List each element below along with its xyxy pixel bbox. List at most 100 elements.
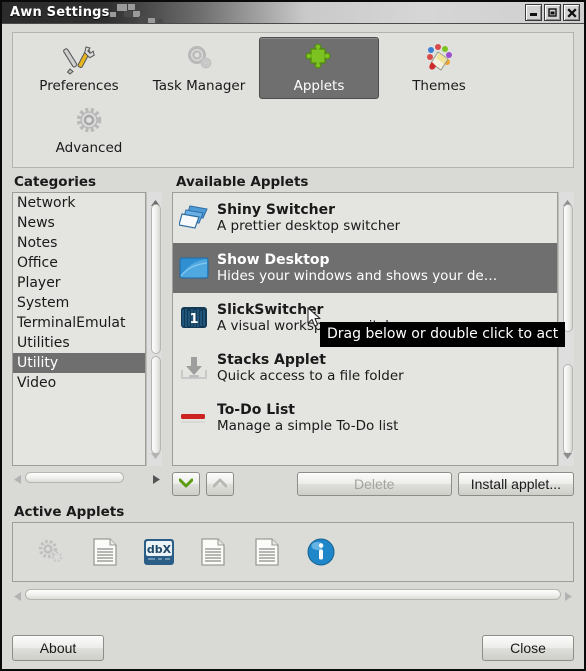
scroll-track[interactable] (150, 204, 161, 454)
categories-title: Categories (14, 174, 97, 190)
applet-name: Show Desktop (217, 252, 330, 268)
applet-text: Stacks Applet Quick access to a file fol… (217, 352, 404, 384)
scroll-down-arrow-icon[interactable] (563, 448, 572, 463)
scroll-left-arrow-icon[interactable] (14, 590, 21, 605)
gear-icon (72, 104, 106, 138)
tools-icon (62, 42, 96, 76)
scroll-down-arrow-icon[interactable] (151, 448, 160, 463)
desktop-icon (179, 253, 209, 283)
puzzle-piece-icon (303, 42, 335, 76)
scroll-right-arrow-icon[interactable] (565, 590, 572, 605)
document-icon[interactable] (89, 536, 121, 568)
toolbar-item-themes[interactable]: Themes (379, 37, 499, 99)
about-button[interactable]: About (12, 635, 104, 661)
window-title: Awn Settings (10, 5, 110, 20)
active-applets-box[interactable]: dbX (12, 522, 574, 582)
active-applets-title: Active Applets (14, 504, 125, 520)
category-label: Office (17, 255, 58, 271)
toolbar-item-preferences[interactable]: Preferences (19, 37, 139, 99)
gears-icon (182, 42, 216, 76)
applet-text: Shiny Switcher A prettier desktop switch… (217, 202, 400, 234)
tooltip: Drag below or double click to act (320, 322, 566, 347)
pane-headings: Categories Available Applets (12, 168, 574, 192)
title-deco-block (117, 4, 127, 11)
category-row[interactable]: Player (13, 273, 145, 293)
main-toolbar: Preferences Task Manager Applets Themes … (12, 32, 574, 168)
window-controls (525, 4, 580, 21)
category-label: TerminalEmulat (17, 315, 126, 331)
category-row[interactable]: Utilities (13, 333, 145, 353)
applet-action-buttons: Delete Install applet... (172, 472, 574, 496)
category-row[interactable]: Notes (13, 233, 145, 253)
category-row-selected[interactable]: Utility (13, 353, 145, 373)
title-deco-block (139, 16, 147, 23)
toolbar-item-task-manager[interactable]: Task Manager (139, 37, 259, 99)
move-down-button[interactable] (172, 472, 200, 496)
svg-text:1: 1 (189, 312, 198, 327)
scroll-thumb[interactable] (563, 204, 573, 332)
mouse-cursor (307, 307, 323, 333)
paint-bucket-icon (422, 42, 456, 76)
category-label: Notes (17, 235, 58, 251)
toolbar-item-label: Applets (293, 78, 345, 94)
scroll-thumb[interactable] (25, 589, 561, 600)
category-label: System (17, 295, 70, 311)
category-row[interactable]: System (13, 293, 145, 313)
applet-description: Manage a simple To-Do list (217, 418, 399, 434)
info-icon[interactable] (305, 536, 337, 568)
delete-button[interactable]: Delete (296, 472, 452, 496)
download-tray-icon (179, 353, 209, 383)
title-deco-block (128, 4, 135, 10)
window-titlebar[interactable]: Awn Settings (2, 2, 584, 24)
category-row[interactable]: News (13, 213, 145, 233)
applet-row[interactable]: Stacks Applet Quick access to a file fol… (173, 343, 557, 393)
applet-name: To-Do List (217, 402, 295, 418)
applet-row-selected[interactable]: Show Desktop Hides your windows and show… (173, 243, 557, 293)
active-applets-horizontal-scrollbar[interactable] (12, 586, 574, 603)
footer-bar: About Close (2, 629, 584, 669)
scroll-left-arrow-icon[interactable] (14, 473, 21, 488)
scroll-thumb[interactable] (25, 472, 125, 483)
workspace-one-icon: 1 (179, 303, 209, 333)
scroll-right-arrow-icon[interactable] (153, 473, 160, 488)
scroll-track[interactable] (25, 589, 561, 600)
title-deco-block (148, 18, 155, 23)
applet-description: Quick access to a file folder (217, 368, 404, 384)
applet-name: Shiny Switcher (217, 202, 335, 218)
scroll-thumb[interactable] (563, 364, 573, 454)
install-applet-button[interactable]: Install applet... (457, 472, 574, 496)
close-button[interactable] (563, 4, 580, 21)
category-row[interactable]: Network (13, 193, 145, 213)
chevron-up-icon (212, 477, 228, 492)
document-icon[interactable] (251, 536, 283, 568)
category-row[interactable]: TerminalEmulat (13, 313, 145, 333)
chevron-down-icon (178, 477, 194, 492)
applet-row[interactable]: Shiny Switcher A prettier desktop switch… (173, 193, 557, 243)
applet-name: Stacks Applet (217, 352, 326, 368)
applet-row[interactable]: To-Do List Manage a simple To-Do list (173, 393, 557, 443)
gears-icon[interactable] (35, 536, 67, 568)
categories-list[interactable]: Network News Notes Office Player System … (12, 192, 146, 466)
toolbar-item-advanced[interactable]: Advanced (29, 99, 149, 161)
category-label: Video (17, 375, 57, 391)
category-row[interactable]: Office (13, 253, 145, 273)
dbx-icon[interactable]: dbX (143, 536, 175, 568)
scroll-track[interactable] (25, 472, 149, 483)
maximize-button[interactable] (544, 4, 561, 21)
toolbar-item-label: Advanced (55, 140, 123, 156)
toolbar-item-applets[interactable]: Applets (259, 37, 379, 99)
category-row[interactable]: Video (13, 373, 145, 393)
scroll-thumb[interactable] (151, 204, 161, 354)
category-label: Network (17, 195, 76, 211)
document-icon[interactable] (197, 536, 229, 568)
minimize-button[interactable] (525, 4, 542, 21)
awn-settings-window: Awn Settings Preferences Task Manager Ap… (0, 0, 586, 671)
categories-horizontal-scrollbar[interactable] (12, 469, 162, 486)
svg-text:dbX: dbX (147, 543, 172, 556)
close-dialog-button[interactable]: Close (482, 635, 574, 661)
scroll-thumb[interactable] (151, 356, 161, 454)
categories-pane: Network News Notes Office Player System … (12, 192, 162, 496)
toolbar-item-label: Task Manager (152, 78, 246, 94)
categories-vertical-scrollbar[interactable] (146, 192, 162, 466)
move-up-button[interactable] (206, 472, 234, 496)
